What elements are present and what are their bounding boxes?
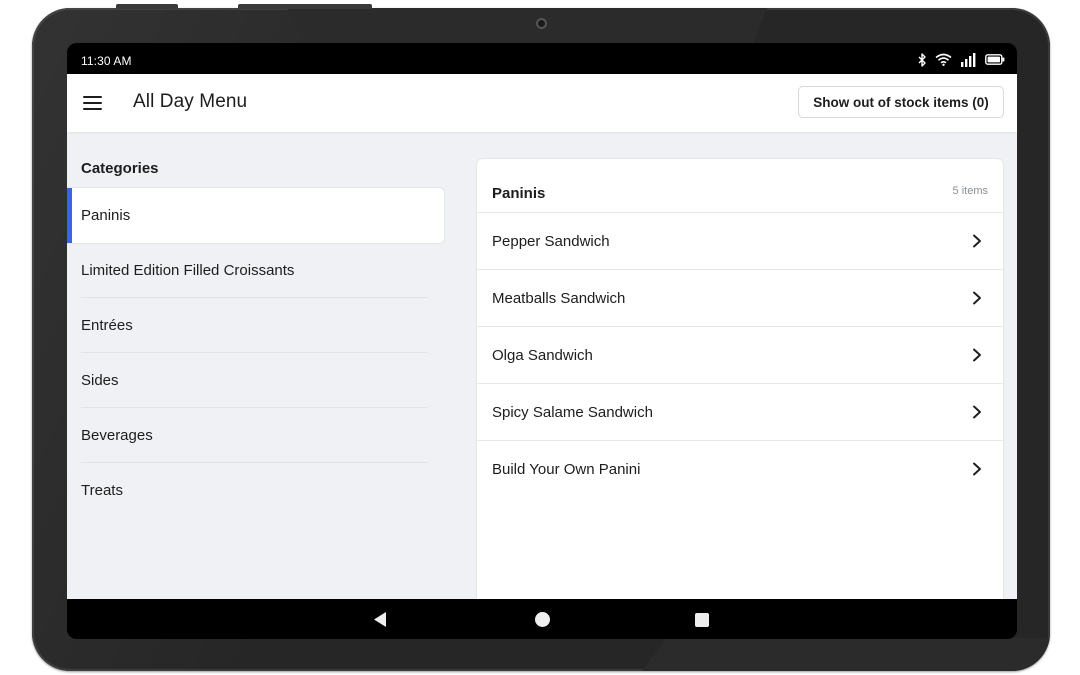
category-label: Beverages — [81, 427, 153, 444]
hardware-button-volume — [238, 4, 372, 9]
category-label: Limited Edition Filled Croissants — [81, 262, 295, 279]
category-label: Sides — [81, 372, 119, 389]
category-item-treats[interactable]: Treats — [67, 463, 444, 518]
chevron-right-icon — [973, 405, 981, 419]
bezel-facet-top — [287, 8, 767, 46]
category-list: Paninis Limited Edition Filled Croissant… — [67, 188, 444, 518]
active-indicator — [67, 188, 72, 243]
item-count: 5 items — [952, 185, 988, 197]
bezel-facet-bottom — [642, 638, 1050, 671]
category-item-sides[interactable]: Sides — [67, 353, 444, 408]
status-time: 11:30 AM — [81, 54, 132, 68]
home-icon[interactable] — [535, 612, 550, 627]
navigation-bar — [67, 599, 1017, 639]
hardware-button-power — [116, 4, 178, 9]
item-row-pepper-sandwich[interactable]: Pepper Sandwich — [477, 213, 1003, 270]
category-item-croissants[interactable]: Limited Edition Filled Croissants — [67, 243, 444, 298]
chevron-right-icon — [973, 348, 981, 362]
item-row-spicy-salame-sandwich[interactable]: Spicy Salame Sandwich — [477, 384, 1003, 441]
show-out-of-stock-button[interactable]: Show out of stock items (0) — [798, 86, 1004, 118]
front-camera-icon — [536, 18, 547, 29]
category-label: Paninis — [81, 207, 131, 224]
chevron-right-icon — [973, 291, 981, 305]
page-title: All Day Menu — [133, 91, 248, 112]
bluetooth-icon — [918, 52, 926, 67]
tablet-screen: 11:30 AM All Day Menu Show out of stock … — [67, 43, 1017, 639]
chevron-right-icon — [973, 462, 981, 476]
item-list: Pepper Sandwich Meatballs Sandwich Olga … — [477, 213, 1003, 497]
item-label: Spicy Salame Sandwich — [492, 404, 653, 421]
item-label: Meatballs Sandwich — [492, 290, 626, 307]
categories-heading: Categories — [81, 160, 159, 177]
panel-title: Paninis — [492, 185, 546, 202]
chevron-right-icon — [973, 234, 981, 248]
status-icons — [918, 52, 1005, 67]
app-bar: All Day Menu Show out of stock items (0) — [67, 74, 1017, 132]
battery-icon — [985, 54, 1005, 65]
category-item-beverages[interactable]: Beverages — [67, 408, 444, 463]
back-icon[interactable] — [372, 611, 388, 628]
item-label: Build Your Own Panini — [492, 461, 641, 478]
item-row-build-your-own-panini[interactable]: Build Your Own Panini — [477, 441, 1003, 497]
signal-icon — [961, 53, 976, 67]
status-bar: 11:30 AM — [67, 43, 1017, 74]
item-label: Pepper Sandwich — [492, 233, 610, 250]
category-item-paninis[interactable]: Paninis — [67, 188, 444, 243]
category-label: Entrées — [81, 317, 133, 334]
category-item-entrees[interactable]: Entrées — [67, 298, 444, 353]
items-panel: Paninis 5 items Pepper Sandwich Meatball… — [477, 159, 1003, 619]
wifi-icon — [935, 53, 952, 66]
item-row-olga-sandwich[interactable]: Olga Sandwich — [477, 327, 1003, 384]
panel-header: Paninis 5 items — [477, 159, 1003, 213]
recents-icon[interactable] — [695, 613, 709, 627]
category-label: Treats — [81, 482, 123, 499]
app-content: All Day Menu Show out of stock items (0)… — [67, 74, 1017, 619]
hamburger-menu-icon[interactable] — [83, 93, 103, 113]
item-row-meatballs-sandwich[interactable]: Meatballs Sandwich — [477, 270, 1003, 327]
item-label: Olga Sandwich — [492, 347, 593, 364]
